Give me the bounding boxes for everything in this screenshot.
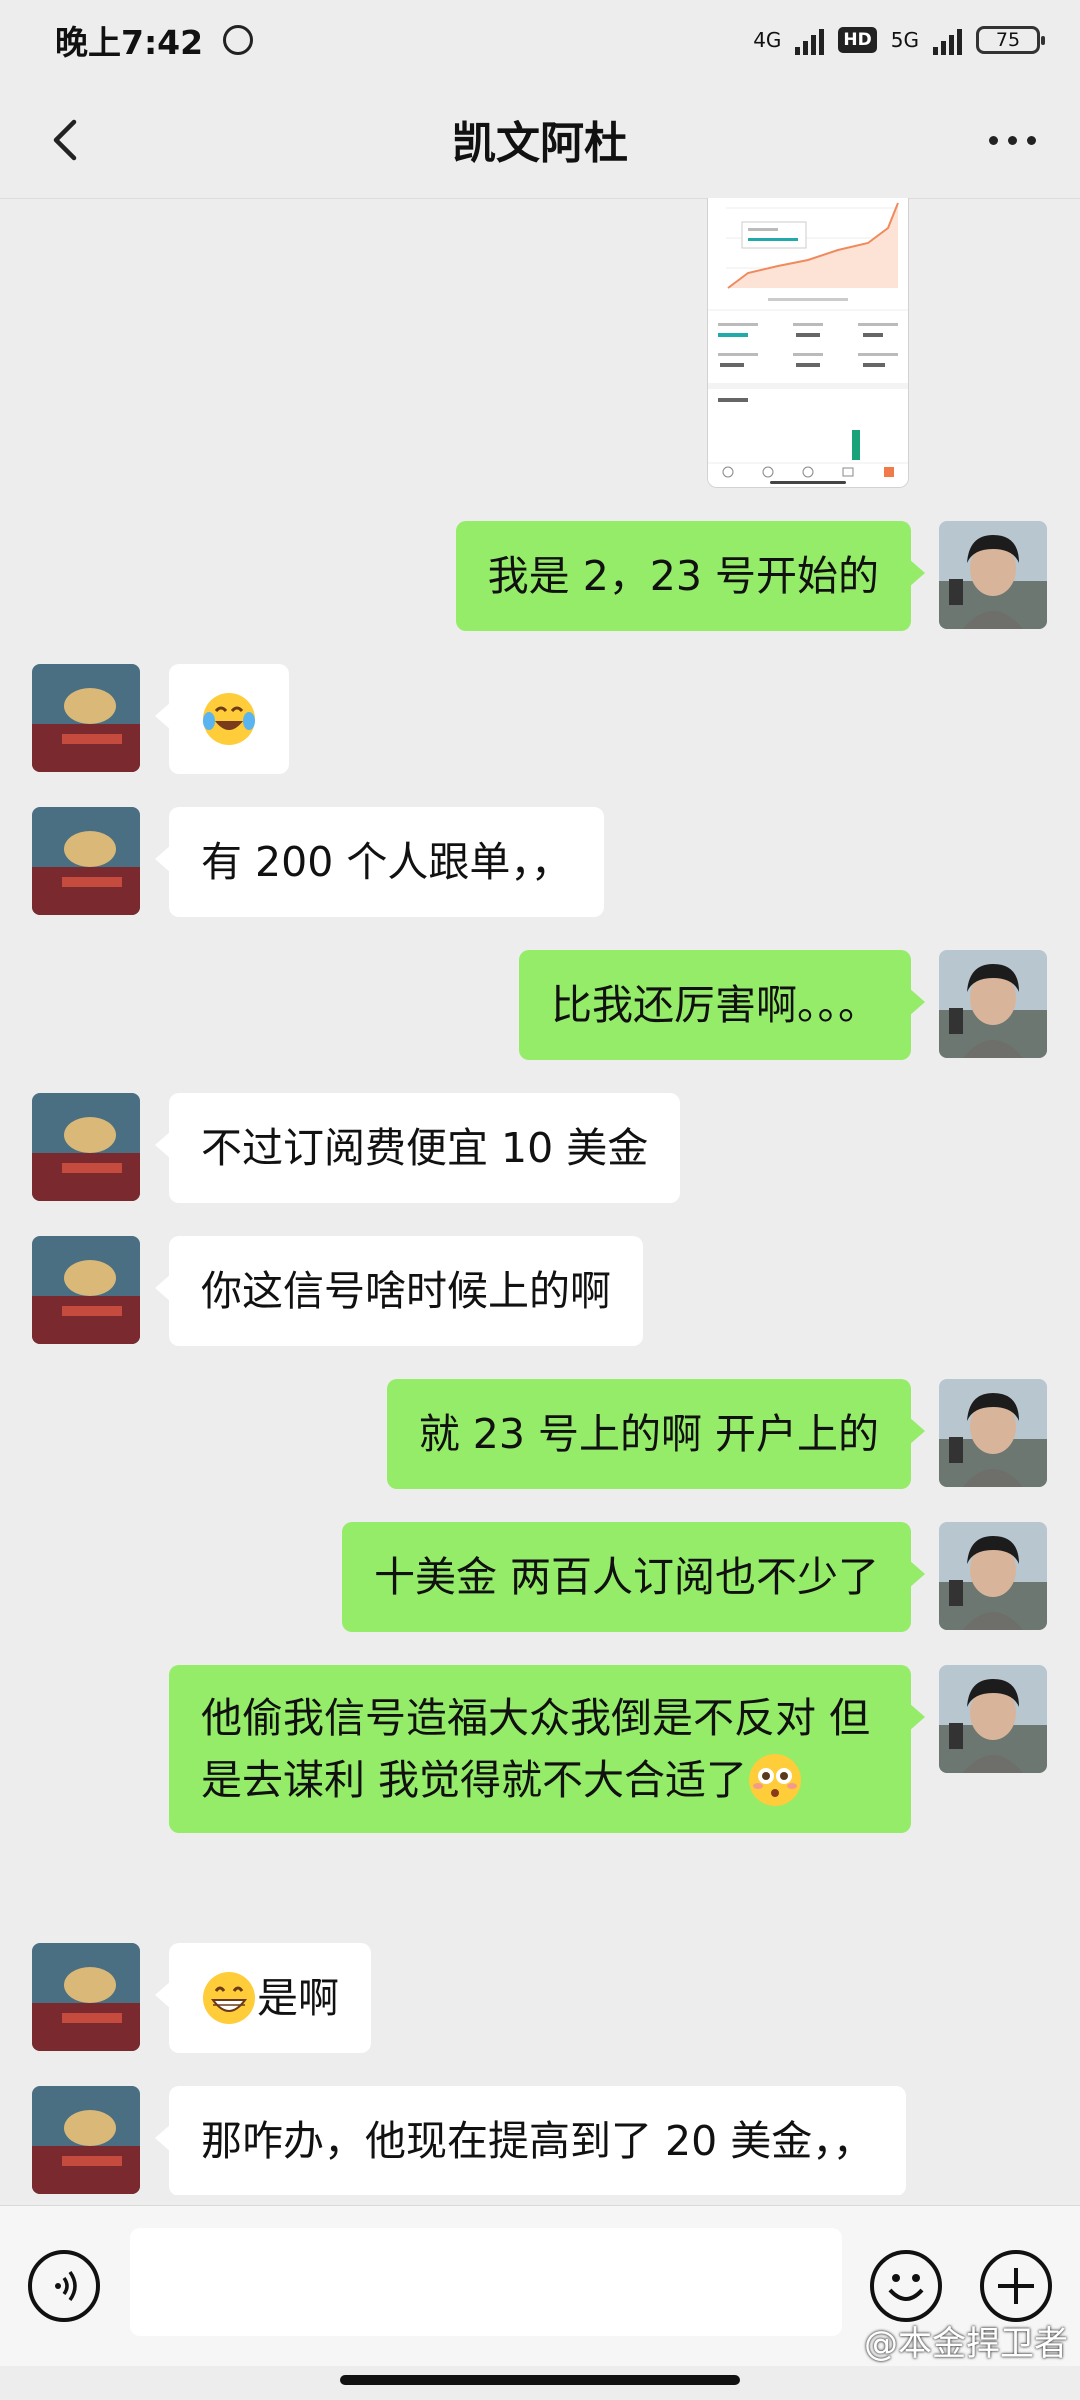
plus-icon bbox=[998, 2268, 1034, 2304]
message-bubble-incoming[interactable] bbox=[155, 664, 289, 774]
signal-icon-2 bbox=[933, 25, 962, 55]
avatar-self[interactable] bbox=[939, 1522, 1047, 1630]
avatar-self[interactable] bbox=[939, 1665, 1047, 1773]
shared-screenshot-image[interactable] bbox=[707, 198, 909, 488]
network-5g-label: 5G bbox=[890, 28, 919, 52]
avatar-contact[interactable] bbox=[32, 1093, 140, 1201]
grinning-emoji bbox=[203, 1972, 255, 2024]
message-input[interactable] bbox=[130, 2228, 842, 2336]
more-functions-button[interactable] bbox=[980, 2250, 1052, 2322]
status-bar: 晚上7:42 4G HD 5G 75 bbox=[0, 0, 1080, 80]
avatar-contact[interactable] bbox=[32, 1943, 140, 2051]
avatar-self[interactable] bbox=[939, 1379, 1047, 1487]
status-time: 晚上7:42 bbox=[55, 23, 204, 62]
avatar-contact[interactable] bbox=[32, 1236, 140, 1344]
battery-icon: 75 bbox=[976, 26, 1045, 54]
chat-header: 凯文阿杜 bbox=[0, 80, 1080, 199]
flushed-emoji bbox=[749, 1754, 802, 1806]
smiley-icon bbox=[888, 2274, 924, 2301]
message-bubble-outgoing[interactable]: 我是 2，23 号开始的 bbox=[455, 521, 926, 631]
signal-icon bbox=[795, 25, 825, 55]
chat-title: 凯文阿杜 bbox=[452, 118, 628, 169]
avatar-self[interactable] bbox=[939, 521, 1047, 629]
message-bubble-incoming[interactable]: 不过订阅费便宜 10 美金 bbox=[154, 1093, 681, 1203]
message-list[interactable]: 我是 2，23 号开始的 有 200 个人跟单，， 比我还厉害啊。。。 不过订阅… bbox=[0, 198, 1080, 2195]
status-icons: 4G HD 5G 75 bbox=[753, 25, 1045, 55]
emoji-button[interactable] bbox=[870, 2250, 942, 2322]
avatar-contact[interactable] bbox=[32, 807, 140, 915]
avatar-self[interactable] bbox=[939, 950, 1047, 1058]
message-bubble-outgoing[interactable]: 比我还厉害啊。。。 bbox=[519, 950, 925, 1060]
avatar-contact[interactable] bbox=[32, 664, 140, 772]
back-button[interactable] bbox=[38, 110, 98, 170]
avatar-contact[interactable] bbox=[32, 2086, 140, 2194]
voice-icon bbox=[55, 2270, 77, 2302]
message-bubble-outgoing[interactable]: 十美金 两百人订阅也不少了 bbox=[341, 1522, 926, 1632]
message-bubble-incoming[interactable]: 有 200 个人跟单，， bbox=[155, 807, 604, 917]
watermark: @本金捍卫者 bbox=[864, 2324, 1068, 2364]
home-indicator[interactable] bbox=[340, 2375, 740, 2385]
hd-badge: HD bbox=[838, 27, 877, 53]
message-bubble-outgoing[interactable]: 他偷我信号造福大众我倒是不反对 但是去谋利 我觉得就不大合适了 bbox=[169, 1665, 925, 1833]
message-bubble-incoming[interactable]: 那咋办，他现在提高到了 20 美金，， bbox=[155, 2086, 906, 2195]
voice-input-button[interactable] bbox=[28, 2250, 100, 2322]
tears-of-joy-emoji bbox=[203, 693, 255, 745]
more-options-button[interactable] bbox=[982, 120, 1042, 160]
alarm-icon bbox=[223, 25, 254, 55]
message-bubble-incoming[interactable]: 你这信号啥时候上的啊 bbox=[155, 1236, 643, 1346]
chevron-left-icon bbox=[53, 119, 77, 161]
message-text: 是啊 bbox=[257, 1974, 339, 2022]
message-bubble-outgoing[interactable]: 就 23 号上的啊 开户上的 bbox=[386, 1379, 926, 1489]
network-4g-label: 4G bbox=[753, 28, 782, 52]
message-bubble-incoming[interactable]: 是啊 bbox=[155, 1943, 371, 2053]
